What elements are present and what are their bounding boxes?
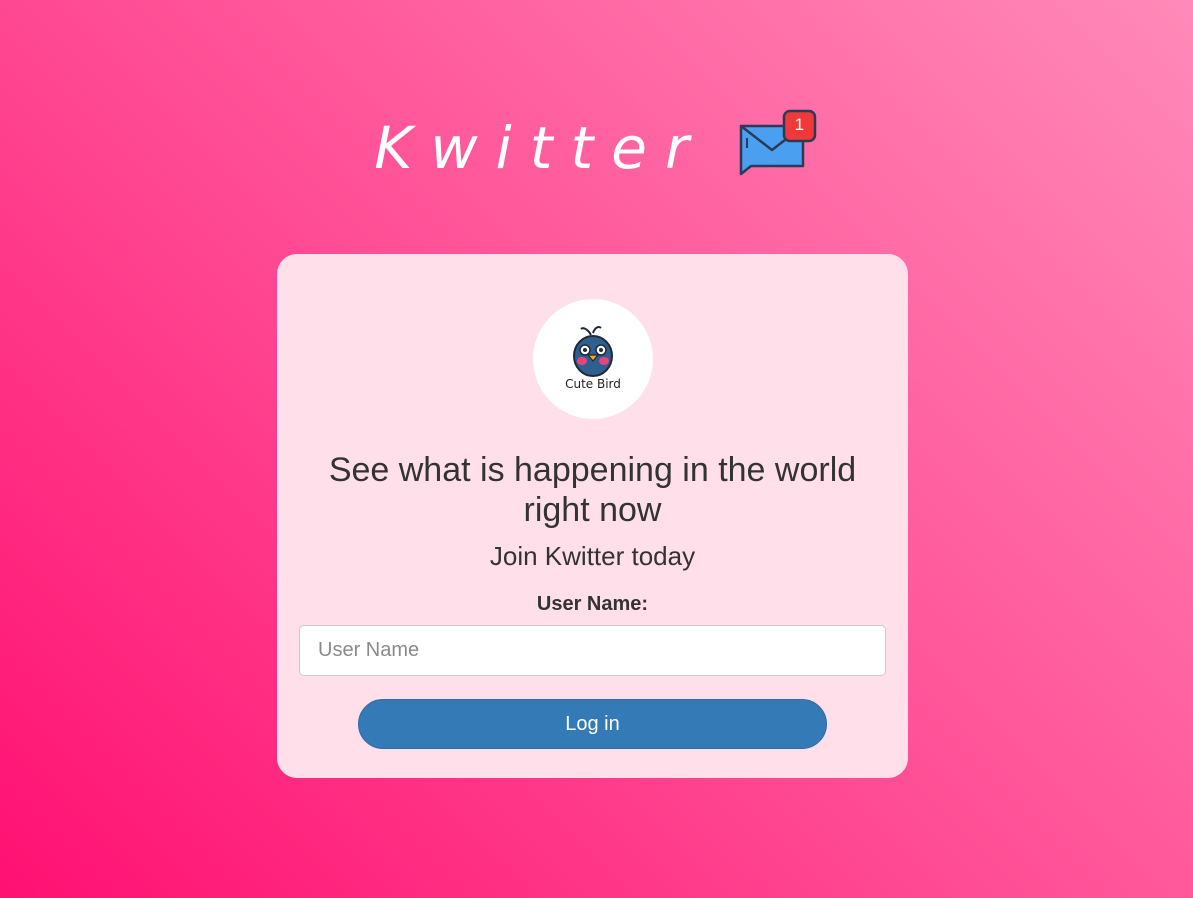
login-card: Cute Bird See what is happening in the w…	[277, 254, 908, 778]
username-label: User Name:	[536, 593, 649, 615]
notification-badge-count: 1	[794, 115, 805, 134]
cute-bird-logo: Cute Bird	[533, 299, 653, 419]
mail-notification-icon: 1	[737, 108, 819, 178]
subline: Join Kwitter today	[489, 541, 696, 571]
brand-header: Kwitter 1	[0, 109, 1193, 182]
headline: See what is happening in the world right…	[328, 451, 857, 529]
app-title: Kwitter	[374, 114, 707, 182]
login-button[interactable]: Log in	[358, 699, 827, 749]
avatar-caption: Cute Bird	[565, 377, 621, 391]
bird-icon	[573, 326, 613, 377]
username-input[interactable]	[299, 625, 886, 676]
